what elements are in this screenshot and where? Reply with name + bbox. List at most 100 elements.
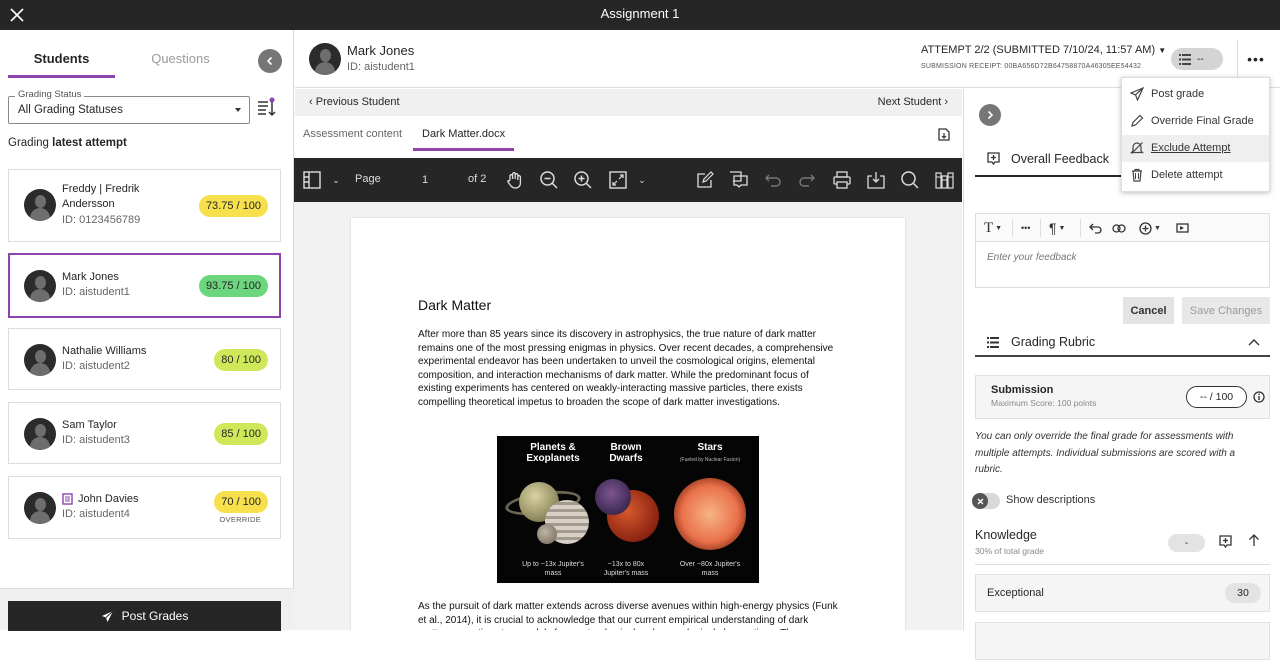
tab-assessment-content[interactable]: Assessment content [303,128,402,140]
previous-student-button[interactable]: ‹ Previous Student [309,96,400,108]
criterion-title: Knowledge [975,528,1037,542]
paragraph-button[interactable]: ¶ ▼ [1040,219,1065,237]
arrow-up-icon [1249,534,1259,546]
download-icon [867,172,885,189]
grade-pill[interactable]: -- [1171,48,1223,70]
criterion-weight: 30% of total grade [975,546,1044,556]
avatar [309,43,341,75]
video-icon [1176,223,1189,233]
search-icon [901,171,919,189]
tab-students[interactable]: Students [8,44,115,78]
add-feedback-icon [987,152,1000,166]
library-icon [935,172,954,189]
student-card[interactable]: Freddy | Fredrik Andersson ID: 0123456789… [8,169,281,242]
level-label: Exceptional [987,587,1044,599]
annotate-button[interactable] [694,169,716,191]
tab-questions[interactable]: Questions [128,44,233,78]
more-options-button[interactable]: ••• [1245,48,1267,70]
student-id: ID: aistudent2 [62,360,130,372]
rubric-level[interactable]: Exceptional 30 [975,574,1270,612]
more-formatting-button[interactable]: ••• [1012,219,1030,237]
chevron-right-icon [987,110,994,120]
student-card[interactable]: Sam Taylor ID: aistudent3 85 / 100 [8,402,281,464]
menu-item-override-final-grade[interactable]: Override Final Grade [1122,108,1269,135]
comments-icon [730,171,748,188]
page-number-input[interactable]: 1 [390,169,460,191]
collapse-panel-button[interactable] [258,49,282,73]
link-button[interactable] [1112,219,1126,237]
student-card[interactable]: Nathalie Williams ID: aistudent2 80 / 10… [8,328,281,390]
document-viewer[interactable]: Dark Matter After more than 85 years sin… [294,202,962,630]
overall-feedback-title: Overall Feedback [1011,152,1109,166]
fit-icon [609,171,627,189]
zoom-out-button[interactable] [538,169,560,191]
undo-button[interactable] [762,169,784,191]
menu-item-post-grade[interactable]: Post grade [1122,81,1269,108]
image-heading: Stars (Fueled by Nuclear Fusion) [679,442,741,463]
post-grades-button[interactable]: Post Grades [8,601,281,631]
thumbnails-menu-button[interactable]: ⌄ [330,169,342,191]
redo-button[interactable] [796,169,818,191]
tab-dark-matter-docx[interactable]: Dark Matter.docx [412,128,515,151]
show-descriptions-toggle[interactable] [972,493,1000,509]
grading-status-select[interactable]: Grading Status All Grading Statuses [8,89,250,124]
content-tabs: Assessment content Dark Matter.docx [295,116,962,158]
fit-page-button[interactable] [607,169,629,191]
attempt-selector[interactable]: ATTEMPT 2/2 (SUBMITTED 7/10/24, 11:57 AM… [921,44,1166,56]
cancel-button[interactable]: Cancel [1123,297,1174,324]
sort-icon [258,97,276,117]
feedback-input[interactable]: Enter your feedback [987,252,1077,263]
record-video-button[interactable] [1176,219,1189,237]
grading-status-value: All Grading Statuses [18,104,123,116]
thumbnails-button[interactable] [302,169,322,191]
fit-menu-button[interactable]: ⌄ [636,169,648,191]
menu-item-exclude-attempt[interactable]: Exclude Attempt [1122,135,1269,162]
text-style-button[interactable]: T ▼ [984,219,1002,237]
pan-tool-button[interactable] [504,169,526,191]
save-changes-button[interactable]: Save Changes [1182,297,1270,324]
document-title: Dark Matter [418,297,492,313]
student-card[interactable]: John Davies ID: aistudent4 70 / 100 OVER… [8,476,281,539]
rubric-level[interactable] [975,622,1270,660]
menu-item-label: Exclude Attempt [1151,142,1231,154]
student-name: Nathalie Williams [62,345,147,357]
redo-icon [799,174,815,187]
hand-icon [507,172,522,189]
insert-content-button[interactable]: ▼ [1139,219,1161,237]
criterion-score[interactable]: - [1168,534,1205,552]
collapse-criterion-button[interactable] [1248,533,1260,552]
previous-student-label: Previous Student [315,96,400,108]
student-id: ID: aistudent4 [62,508,130,520]
student-name: Mark Jones [62,271,119,283]
image-heading: Planets & Exoplanets [526,442,580,464]
student-id: ID: aistudent1 [347,61,415,73]
submission-score-input[interactable]: -- / 100 [1186,386,1247,408]
panels-button[interactable] [934,169,956,191]
student-id: ID: aistudent3 [62,434,130,446]
add-circle-icon [1139,221,1152,235]
toggle-knob [972,493,988,509]
submission-receipt: SUBMISSION RECEIPT: 00BA656D72B64758870A… [921,63,1142,70]
next-student-button[interactable]: Next Student › [878,96,948,108]
download-button[interactable] [865,169,887,191]
image-heading: Brown Dwarfs [609,442,643,464]
student-card-selected[interactable]: Mark Jones ID: aistudent1 93.75 / 100 [8,253,281,318]
zoom-in-button[interactable] [572,169,594,191]
search-button[interactable] [899,169,921,191]
criterion-feedback-button[interactable] [1219,535,1232,554]
feedback-editor: T ▼ ••• ¶ ▼ ▼ Enter your feedback [975,213,1270,288]
comment-button[interactable] [728,169,750,191]
edit-icon [697,171,714,188]
panel-tabs: Students Questions [8,44,278,78]
download-file-button[interactable] [938,128,950,146]
grading-rubric-header[interactable]: Grading Rubric [975,330,1270,357]
print-button[interactable] [831,169,853,191]
link-icon [1112,223,1126,233]
sort-button[interactable] [256,96,278,120]
expand-panel-button[interactable] [979,104,1001,126]
attempt-label: ATTEMPT 2/2 (SUBMITTED 7/10/24, 11:57 AM… [921,44,1156,56]
student-name: Sam Taylor [62,419,117,431]
undo-button[interactable] [1080,219,1102,237]
menu-item-delete-attempt[interactable]: Delete attempt [1122,162,1269,189]
info-button[interactable] [1253,390,1265,408]
